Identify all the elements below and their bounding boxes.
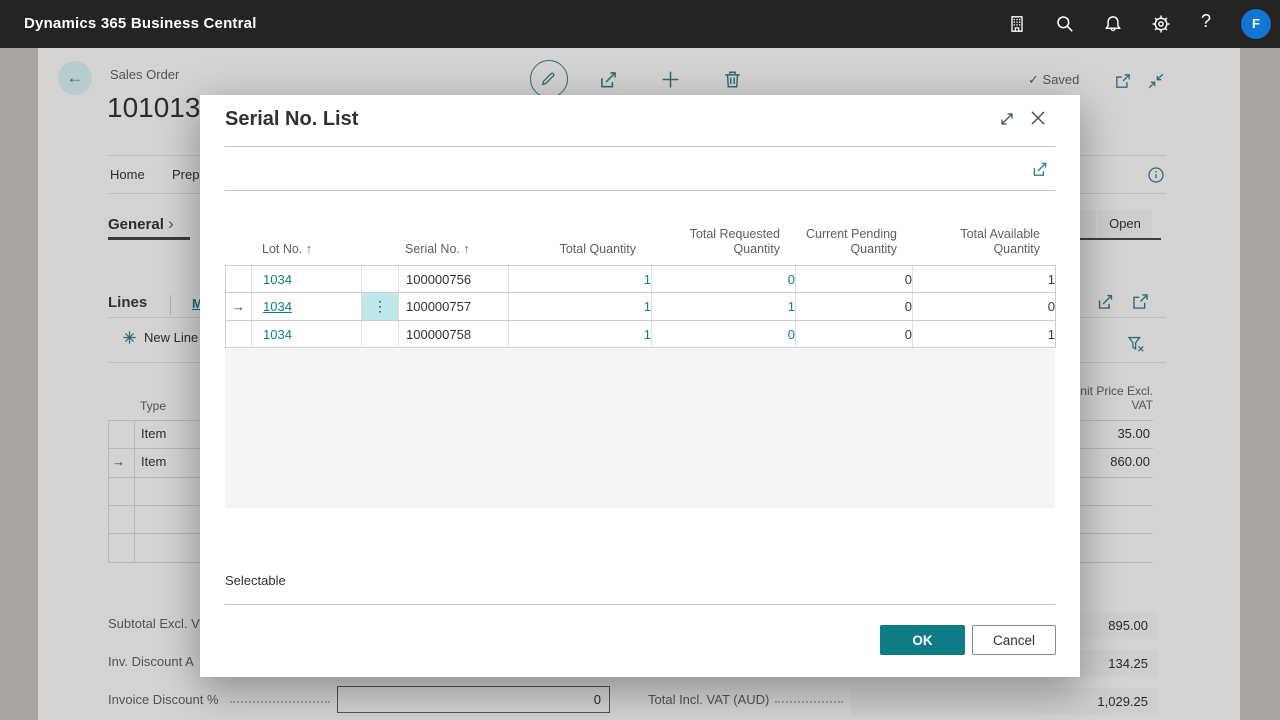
total-available-cell[interactable]: 1 bbox=[913, 321, 1056, 348]
current-pending-cell[interactable]: 0 bbox=[796, 293, 913, 321]
company-icon[interactable] bbox=[1007, 14, 1027, 34]
screen: Dynamics 365 Business Central ? F bbox=[0, 0, 1280, 720]
current-row-marker: → bbox=[226, 293, 252, 321]
table-row-current: → 1034 ⋮ 100000757 1 1 0 0 bbox=[226, 293, 1056, 321]
expand-dialog-icon[interactable] bbox=[998, 110, 1016, 128]
lot-no-link[interactable]: 1034 bbox=[252, 321, 362, 348]
total-requested-cell[interactable]: 1 bbox=[652, 293, 796, 321]
row-selector-cell[interactable] bbox=[226, 321, 252, 348]
settings-gear-icon[interactable] bbox=[1151, 14, 1171, 34]
current-pending-cell[interactable]: 0 bbox=[796, 266, 913, 293]
cancel-button[interactable]: Cancel bbox=[972, 625, 1056, 655]
col-header-total-quantity[interactable]: Total Quantity bbox=[508, 242, 651, 265]
lot-no-link[interactable]: 1034 bbox=[252, 293, 362, 321]
grid-empty-area bbox=[225, 349, 1055, 508]
top-navbar: Dynamics 365 Business Central ? F bbox=[0, 0, 1280, 48]
help-icon[interactable]: ? bbox=[1201, 11, 1211, 32]
col-header-lot-no[interactable]: Lot No. ↑ bbox=[251, 242, 361, 265]
row-more-cell[interactable] bbox=[362, 321, 399, 348]
col-header-total-requested[interactable]: Total Requested Quantity bbox=[651, 227, 795, 265]
dialog-divider bbox=[225, 146, 1055, 147]
total-requested-cell[interactable]: 0 bbox=[652, 321, 796, 348]
lot-no-link[interactable]: 1034 bbox=[252, 266, 362, 293]
col-header-total-available[interactable]: Total Available Quantity bbox=[912, 227, 1055, 265]
col-header-current-pending[interactable]: Current Pending Quantity bbox=[795, 227, 912, 265]
dialog-footer-divider bbox=[225, 604, 1055, 605]
serial-no-cell[interactable]: 100000758 bbox=[399, 321, 509, 348]
selectable-label: Selectable bbox=[225, 573, 286, 588]
serial-table-header: Lot No. ↑ Serial No. ↑ Total Quantity To… bbox=[225, 223, 1055, 265]
total-quantity-cell[interactable]: 1 bbox=[509, 293, 652, 321]
row-selector-cell[interactable] bbox=[226, 266, 252, 293]
col-header-serial-no[interactable]: Serial No. ↑ bbox=[398, 242, 508, 265]
table-row: 1034 100000758 1 0 0 1 bbox=[226, 321, 1056, 348]
sort-ascending-icon: ↑ bbox=[306, 242, 312, 256]
current-pending-cell[interactable]: 0 bbox=[796, 321, 913, 348]
row-more-button[interactable]: ⋮ bbox=[362, 293, 399, 321]
selector-column-header bbox=[225, 257, 251, 265]
dialog-toolbar-divider bbox=[225, 190, 1055, 191]
total-quantity-cell[interactable]: 1 bbox=[509, 266, 652, 293]
table-row: 1034 100000756 1 0 0 1 bbox=[226, 266, 1056, 293]
avatar[interactable]: F bbox=[1241, 9, 1271, 39]
notifications-bell-icon[interactable] bbox=[1103, 14, 1123, 34]
total-quantity-cell[interactable]: 1 bbox=[509, 321, 652, 348]
serial-no-cell[interactable]: 100000756 bbox=[399, 266, 509, 293]
dialog-share-icon[interactable] bbox=[1031, 160, 1049, 178]
ellipsis-icon: ⋮ bbox=[373, 298, 387, 314]
serial-no-cell[interactable]: 100000757 bbox=[399, 293, 509, 321]
ok-button[interactable]: OK bbox=[880, 625, 965, 655]
total-available-cell[interactable]: 0 bbox=[913, 293, 1056, 321]
sort-ascending-icon: ↑ bbox=[463, 242, 469, 256]
app-title: Dynamics 365 Business Central bbox=[24, 0, 257, 48]
row-more-cell[interactable] bbox=[362, 266, 399, 293]
close-icon[interactable] bbox=[1028, 108, 1048, 128]
total-requested-cell[interactable]: 0 bbox=[652, 266, 796, 293]
serial-table: 1034 100000756 1 0 0 1 → 1034 ⋮ 10000075… bbox=[225, 265, 1056, 348]
dialog-title: Serial No. List bbox=[225, 108, 358, 131]
col-header-more bbox=[361, 257, 398, 265]
total-available-cell[interactable]: 1 bbox=[913, 266, 1056, 293]
search-icon[interactable] bbox=[1055, 14, 1075, 34]
serial-no-list-dialog: Serial No. List Lot No. ↑ Serial No. ↑ T… bbox=[200, 95, 1080, 677]
